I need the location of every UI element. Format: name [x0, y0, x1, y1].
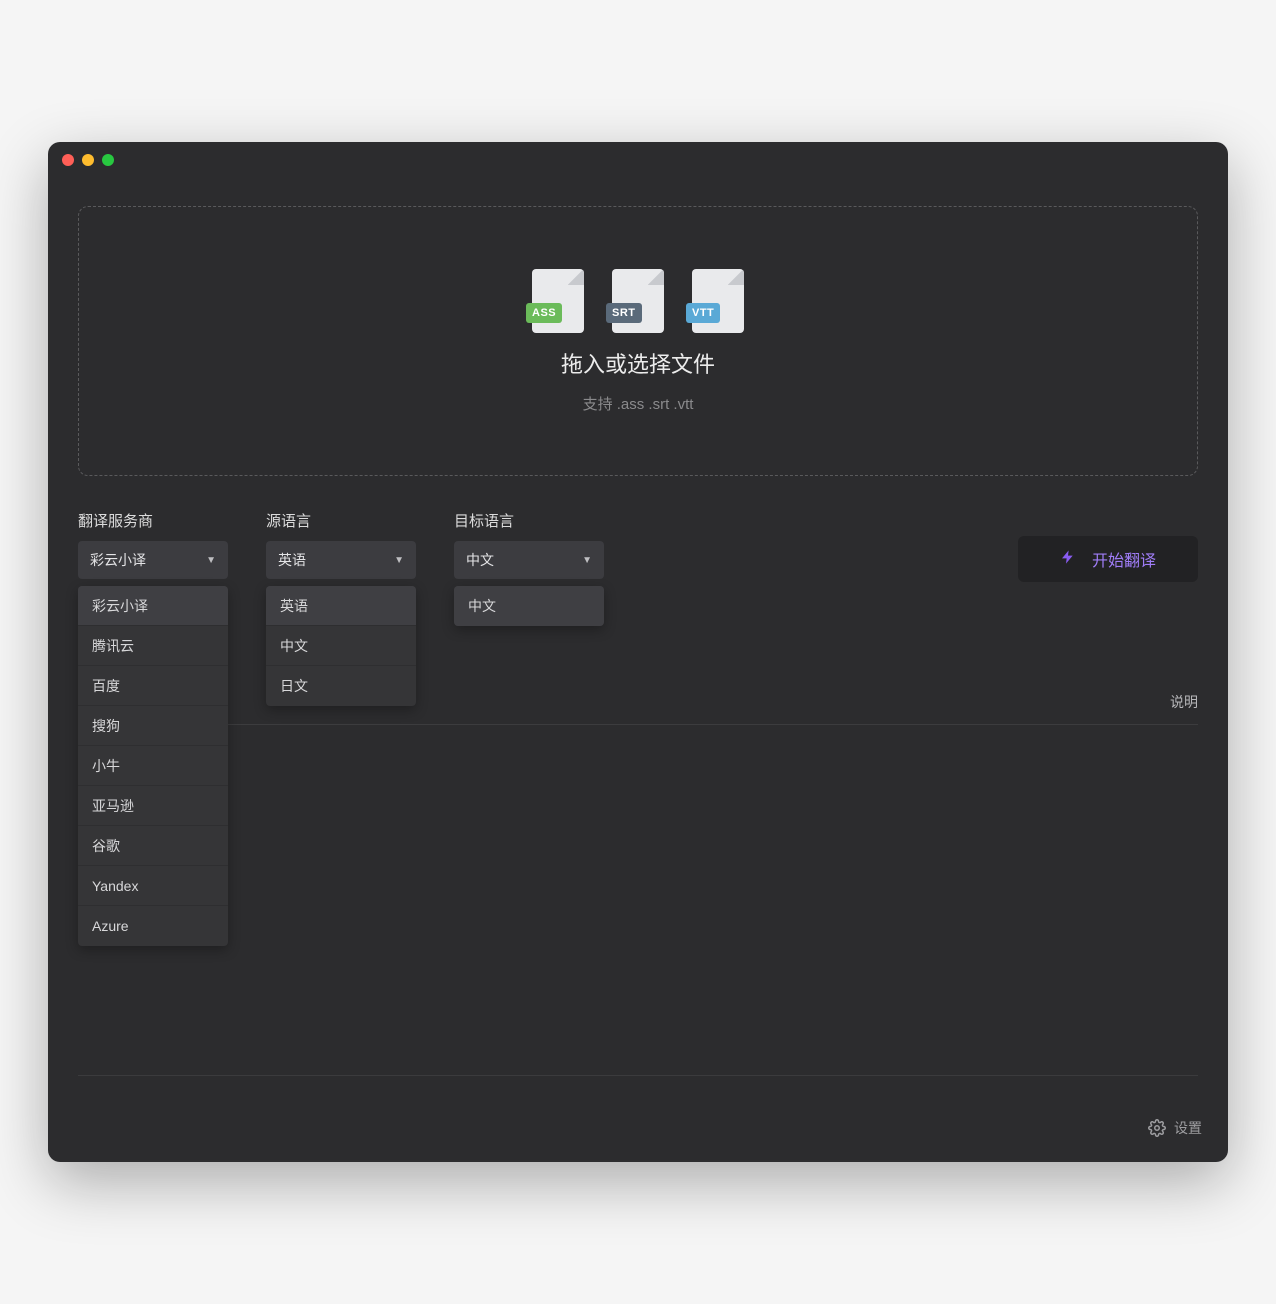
source-select[interactable]: 英语 ▼ [266, 541, 416, 579]
gear-icon [1148, 1119, 1166, 1137]
file-badge: SRT [606, 303, 642, 323]
start-translate-button[interactable]: 开始翻译 [1018, 536, 1198, 582]
source-selected: 英语 [278, 550, 306, 570]
chevron-down-icon: ▼ [394, 555, 404, 566]
file-icon: ASS [532, 269, 584, 333]
target-selected: 中文 [466, 550, 494, 570]
target-label: 目标语言 [454, 510, 604, 531]
target-group: 目标语言 中文 ▼ 中文 [454, 510, 604, 579]
source-group: 源语言 英语 ▼ 英语中文日文 [266, 510, 416, 579]
provider-dropdown: 彩云小译腾讯云百度搜狗小牛亚马逊谷歌YandexAzure [78, 586, 228, 946]
minimize-icon[interactable] [82, 154, 94, 166]
target-select[interactable]: 中文 ▼ [454, 541, 604, 579]
dropzone-title: 拖入或选择文件 [561, 347, 715, 379]
divider [78, 1075, 1198, 1076]
chevron-down-icon: ▼ [206, 555, 216, 566]
file-dropzone[interactable]: ASS SRT VTT 拖入或选择文件 支持 .ass .srt .vtt [78, 206, 1198, 476]
file-badge: ASS [526, 303, 562, 323]
table-header: 名 说明 [78, 692, 1198, 725]
source-label: 源语言 [266, 510, 416, 531]
source-dropdown: 英语中文日文 [266, 586, 416, 706]
target-dropdown: 中文 [454, 586, 604, 626]
provider-label: 翻译服务商 [78, 510, 228, 531]
dropdown-item[interactable]: 日文 [266, 666, 416, 706]
file-icon: VTT [692, 269, 744, 333]
titlebar [48, 142, 1228, 178]
chevron-down-icon: ▼ [582, 555, 592, 566]
dropdown-item[interactable]: 彩云小译 [78, 586, 228, 626]
dropdown-item[interactable]: 英语 [266, 586, 416, 626]
file-icons-row: ASS SRT VTT [532, 269, 744, 333]
dropdown-item[interactable]: Azure [78, 906, 228, 946]
dropdown-item[interactable]: 中文 [266, 626, 416, 666]
dropzone-subtitle: 支持 .ass .srt .vtt [583, 393, 694, 414]
dropdown-item[interactable]: 谷歌 [78, 826, 228, 866]
app-window: ASS SRT VTT 拖入或选择文件 支持 .ass .srt .vtt 翻译服务… [48, 142, 1228, 1162]
dropdown-item[interactable]: Yandex [78, 866, 228, 906]
provider-select[interactable]: 彩云小译 ▼ [78, 541, 228, 579]
file-icon: SRT [612, 269, 664, 333]
controls-row: 翻译服务商 彩云小译 ▼ 彩云小译腾讯云百度搜狗小牛亚马逊谷歌YandexAzu… [78, 510, 1198, 582]
settings-label: 设置 [1174, 1118, 1202, 1138]
dropdown-item[interactable]: 腾讯云 [78, 626, 228, 666]
close-icon[interactable] [62, 154, 74, 166]
start-label: 开始翻译 [1092, 547, 1156, 571]
dropdown-item[interactable]: 小牛 [78, 746, 228, 786]
maximize-icon[interactable] [102, 154, 114, 166]
lightning-icon [1060, 549, 1076, 570]
dropdown-item[interactable]: 亚马逊 [78, 786, 228, 826]
column-desc: 说明 [1170, 692, 1198, 712]
provider-group: 翻译服务商 彩云小译 ▼ 彩云小译腾讯云百度搜狗小牛亚马逊谷歌YandexAzu… [78, 510, 228, 579]
file-badge: VTT [686, 303, 720, 323]
dropdown-item[interactable]: 搜狗 [78, 706, 228, 746]
settings-button[interactable]: 设置 [1148, 1118, 1202, 1138]
dropdown-item[interactable]: 百度 [78, 666, 228, 706]
provider-selected: 彩云小译 [90, 550, 146, 570]
dropdown-item[interactable]: 中文 [454, 586, 604, 626]
